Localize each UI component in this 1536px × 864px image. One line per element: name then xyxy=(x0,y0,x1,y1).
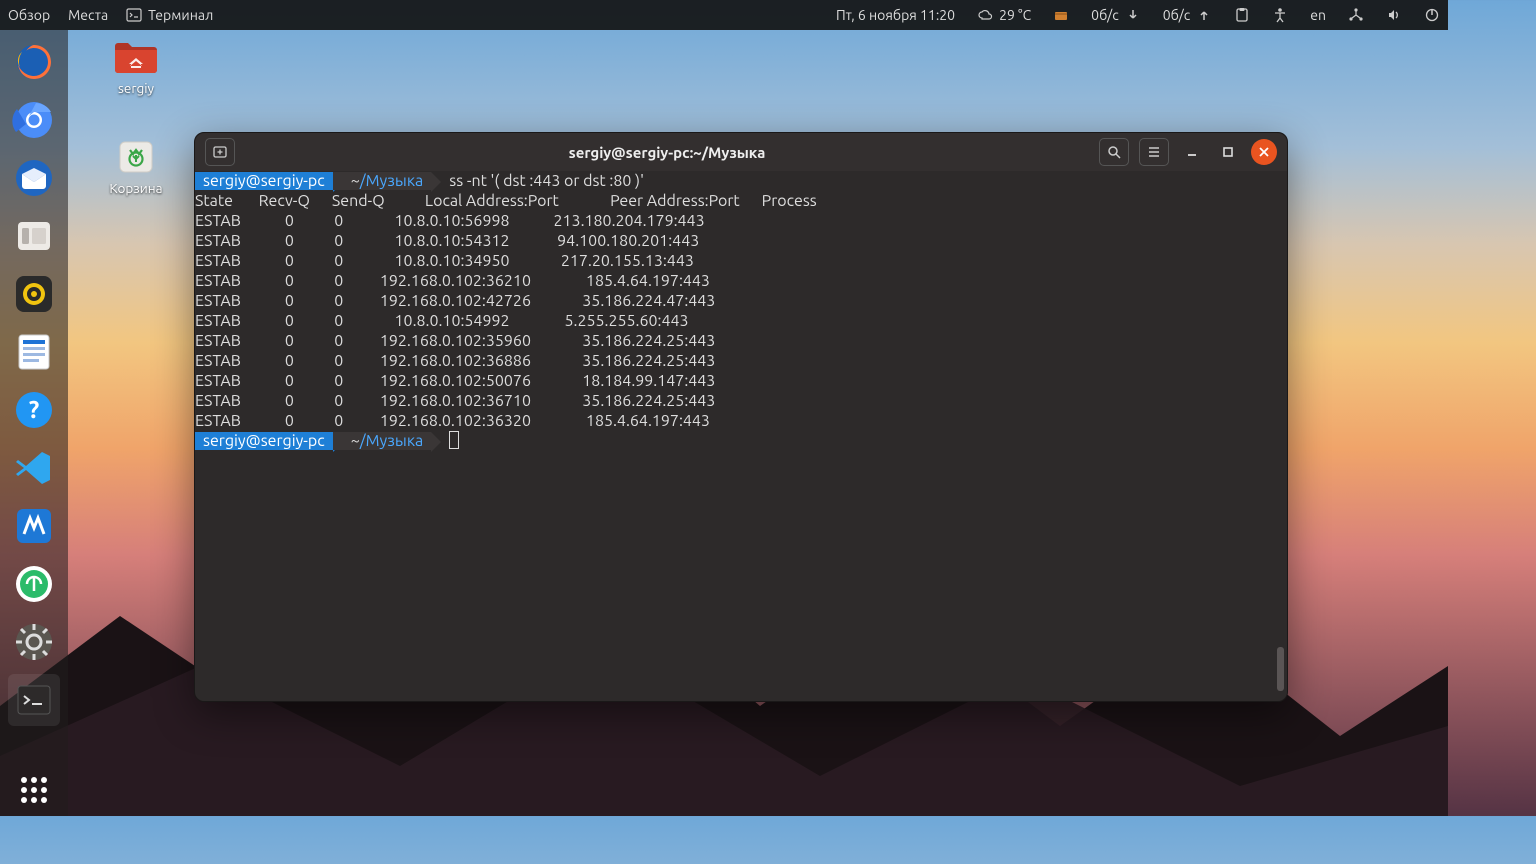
dock-app-firefox[interactable] xyxy=(8,36,60,88)
arrow-up-icon xyxy=(1196,7,1212,23)
dock-app-remote-desktop[interactable] xyxy=(8,558,60,610)
ss-output-row: ESTAB 0 0 10.8.0.10:54992 5.255.255.60:4… xyxy=(195,311,1287,331)
dock-app-rhythmbox[interactable] xyxy=(8,268,60,320)
terminal-menu-button[interactable] xyxy=(1139,138,1169,166)
dock-app-thunderbird[interactable] xyxy=(8,152,60,204)
terminal-body[interactable]: sergiy@sergiy-pc~/Музыкаss -nt '( dst :4… xyxy=(195,171,1287,701)
terminal-title: sergiy@sergiy-pc:~/Музыка xyxy=(235,144,1099,161)
terminal-cursor xyxy=(449,431,459,449)
netspeed-up[interactable]: 0б/с xyxy=(1163,7,1213,23)
dock-app-terminal-running[interactable] xyxy=(8,674,60,726)
power-indicator[interactable] xyxy=(1424,7,1440,23)
ss-output-row: ESTAB 0 0 192.168.0.102:50076 18.184.99.… xyxy=(195,371,1287,391)
ss-output-row: ESTAB 0 0 10.8.0.10:54312 94.100.180.201… xyxy=(195,231,1287,251)
dock-app-vscode[interactable] xyxy=(8,442,60,494)
window-maximize-button[interactable] xyxy=(1215,139,1241,165)
activities-button[interactable]: Обзор xyxy=(8,7,50,23)
terminal-prompt: sergiy@sergiy-pc~/Музыкаss -nt '( dst :4… xyxy=(195,171,1287,191)
weather-temp: 29 °C xyxy=(999,7,1031,23)
clipboard-indicator[interactable] xyxy=(1234,7,1250,23)
dock: ? xyxy=(0,30,68,816)
prompt-path: ~/Музыка xyxy=(333,432,432,450)
dock-app-chromium[interactable] xyxy=(8,94,60,146)
window-close-button[interactable] xyxy=(1251,139,1277,165)
prompt-user: sergiy@sergiy-pc xyxy=(195,432,333,450)
prompt-user: sergiy@sergiy-pc xyxy=(195,172,333,190)
terminal-new-tab-button[interactable] xyxy=(205,138,235,166)
volume-indicator[interactable] xyxy=(1386,7,1402,23)
dock-show-applications[interactable] xyxy=(8,764,60,816)
svg-text:?: ? xyxy=(29,396,40,423)
netspeed-down-label: 0б/с xyxy=(1091,7,1119,23)
ss-output-header: State Recv-Q Send-Q Local Address:Port P… xyxy=(195,191,1287,211)
terminal-search-button[interactable] xyxy=(1099,138,1129,166)
arrow-down-icon xyxy=(1125,7,1141,23)
dock-app-help[interactable]: ? xyxy=(8,384,60,436)
places-menu[interactable]: Места xyxy=(68,7,108,23)
folder-icon xyxy=(112,36,160,76)
datetime-indicator[interactable]: Пт, 6 ноября 11:20 xyxy=(836,7,955,23)
ss-output-row: ESTAB 0 0 192.168.0.102:42726 35.186.224… xyxy=(195,291,1287,311)
desktop-icon-trash[interactable]: Корзина xyxy=(96,136,176,196)
accessibility-indicator[interactable] xyxy=(1272,7,1288,23)
terminal-titlebar[interactable]: sergiy@sergiy-pc:~/Музыка xyxy=(195,133,1287,171)
terminal-prompt-idle: sergiy@sergiy-pc~/Музыка xyxy=(195,431,1287,451)
ss-output-row: ESTAB 0 0 192.168.0.102:36320 185.4.64.1… xyxy=(195,411,1287,431)
terminal-indicator-icon xyxy=(126,7,142,23)
network-indicator[interactable] xyxy=(1348,7,1364,23)
ss-output-row: ESTAB 0 0 192.168.0.102:36710 35.186.224… xyxy=(195,391,1287,411)
ss-output-row: ESTAB 0 0 192.168.0.102:36210 185.4.64.1… xyxy=(195,271,1287,291)
ss-output-row: ESTAB 0 0 10.8.0.10:34950 217.20.155.13:… xyxy=(195,251,1287,271)
keyboard-layout-indicator[interactable]: en xyxy=(1310,7,1326,23)
netspeed-up-label: 0б/с xyxy=(1163,7,1191,23)
updates-icon[interactable] xyxy=(1053,7,1069,23)
prompt-path: ~/Музыка xyxy=(333,172,432,190)
ss-output-row: ESTAB 0 0 192.168.0.102:36886 35.186.224… xyxy=(195,351,1287,371)
terminal-command: ss -nt '( dst :443 or dst :80 )' xyxy=(431,172,644,190)
dock-app-settings[interactable] xyxy=(8,616,60,668)
desktop-icon-home-label: sergiy xyxy=(118,80,154,96)
terminal-window: sergiy@sergiy-pc:~/Музыка sergiy@sergiy-… xyxy=(194,132,1288,702)
weather-indicator[interactable]: 29 °C xyxy=(977,7,1031,23)
weather-icon xyxy=(977,7,993,23)
dock-app-virtualbox[interactable] xyxy=(8,500,60,552)
dock-app-files[interactable] xyxy=(8,210,60,262)
terminal-scrollbar[interactable] xyxy=(1277,647,1284,691)
desktop-icon-trash-label: Корзина xyxy=(109,180,162,196)
trash-icon xyxy=(112,136,160,176)
desktop-icon-home[interactable]: sergiy xyxy=(96,36,176,96)
focused-app-label: Терминал xyxy=(148,7,213,23)
ss-output-row: ESTAB 0 0 192.168.0.102:35960 35.186.224… xyxy=(195,331,1287,351)
netspeed-down[interactable]: 0б/с xyxy=(1091,7,1141,23)
dock-app-libreoffice-writer[interactable] xyxy=(8,326,60,378)
focused-app-menu[interactable]: Терминал xyxy=(126,7,213,23)
top-panel: Обзор Места Терминал Пт, 6 ноября 11:20 … xyxy=(0,0,1448,30)
ss-output-row: ESTAB 0 0 10.8.0.10:56998 213.180.204.17… xyxy=(195,211,1287,231)
window-minimize-button[interactable] xyxy=(1179,139,1205,165)
